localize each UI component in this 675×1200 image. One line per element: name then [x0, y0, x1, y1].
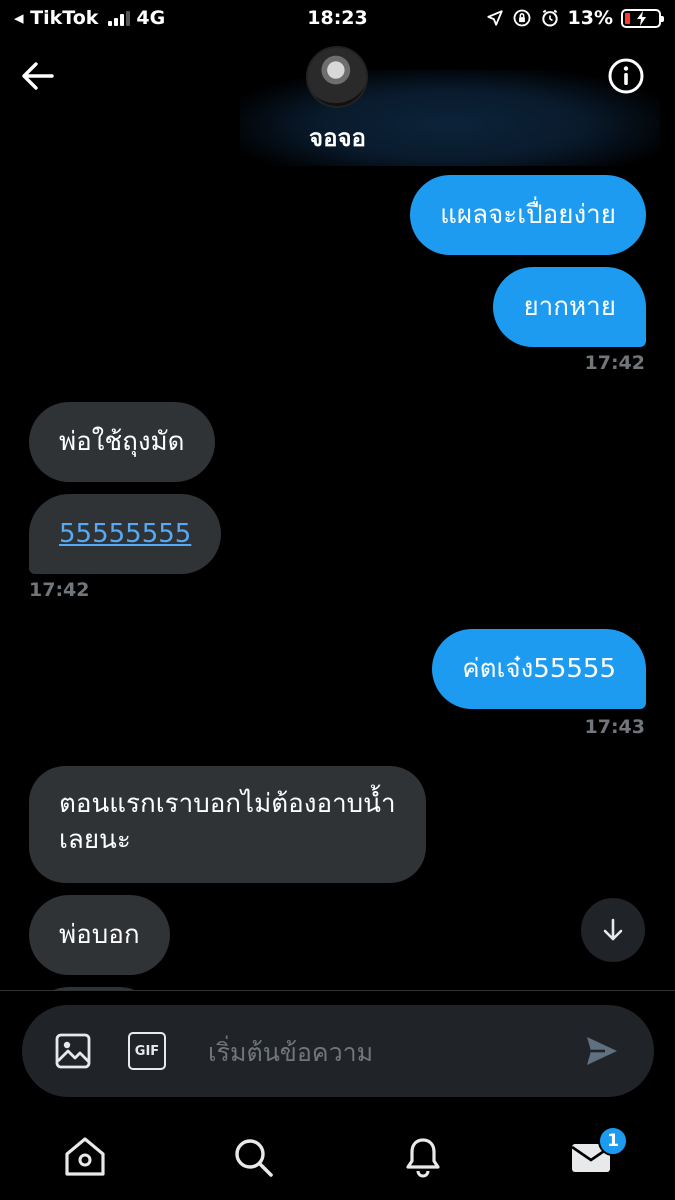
contact-name[interactable]: จอจอ [0, 118, 675, 157]
message-text-line: ตอนแรกเราบอกไม่ต้องอาบน้ำ [59, 789, 396, 819]
message-composer: GIF เริ่มต้นข้อความ [22, 1005, 654, 1097]
message-timestamp: 17:42 [29, 579, 90, 601]
message-timestamp: 17:43 [584, 716, 645, 738]
gif-label: GIF [134, 1043, 160, 1059]
message-list[interactable]: แผลจะเปื่อยง่าย ยากหาย 17:42 พ่อใช้ถุงมั… [0, 166, 675, 990]
conversation-header: จอจอ [0, 40, 675, 166]
avatar[interactable] [306, 46, 368, 108]
info-icon[interactable] [607, 57, 645, 95]
battery-percent: 13% [567, 7, 613, 29]
message-received[interactable]: พ่อบอก [29, 895, 170, 975]
location-arrow-icon [486, 10, 503, 26]
battery-icon [621, 8, 664, 28]
scroll-to-bottom-button[interactable] [581, 898, 645, 962]
back-arrow-icon[interactable] [18, 56, 58, 96]
status-bar: ◂ TikTok 4G 18:23 13% [0, 0, 675, 40]
home-icon[interactable] [62, 1134, 108, 1180]
message-link[interactable]: 55555555 [59, 519, 191, 549]
alarm-icon [541, 9, 558, 27]
message-sent[interactable]: ยากหาย [493, 267, 646, 347]
message-received[interactable]: พ่อใช้ถุงมัด [29, 402, 215, 482]
messages-badge: 1 [598, 1126, 628, 1156]
composer-divider [0, 990, 675, 991]
message-input[interactable]: เริ่มต้นข้อความ [208, 1033, 373, 1073]
message-text-line: เลยนะ [59, 825, 131, 855]
message-received[interactable]: 55555555 [29, 494, 222, 574]
message-received[interactable]: ตอนแรกเราบอกไม่ต้องอาบน้ำ เลยนะ [29, 766, 426, 883]
message-timestamp: 17:42 [584, 352, 645, 374]
bottom-navigation [0, 1120, 675, 1200]
gif-button[interactable]: GIF [128, 1032, 166, 1070]
status-right: 13% [486, 7, 664, 29]
image-icon[interactable] [54, 1032, 92, 1070]
arrow-down-icon [603, 918, 623, 941]
message-sent[interactable]: แผลจะเปื่อยง่าย [410, 175, 646, 255]
message-sent[interactable]: ค่ตเจ๋ง55555 [432, 629, 646, 709]
notifications-bell-icon[interactable] [400, 1134, 446, 1180]
orientation-lock-icon [513, 9, 530, 27]
send-icon[interactable] [583, 1032, 621, 1070]
search-icon[interactable] [230, 1134, 276, 1180]
